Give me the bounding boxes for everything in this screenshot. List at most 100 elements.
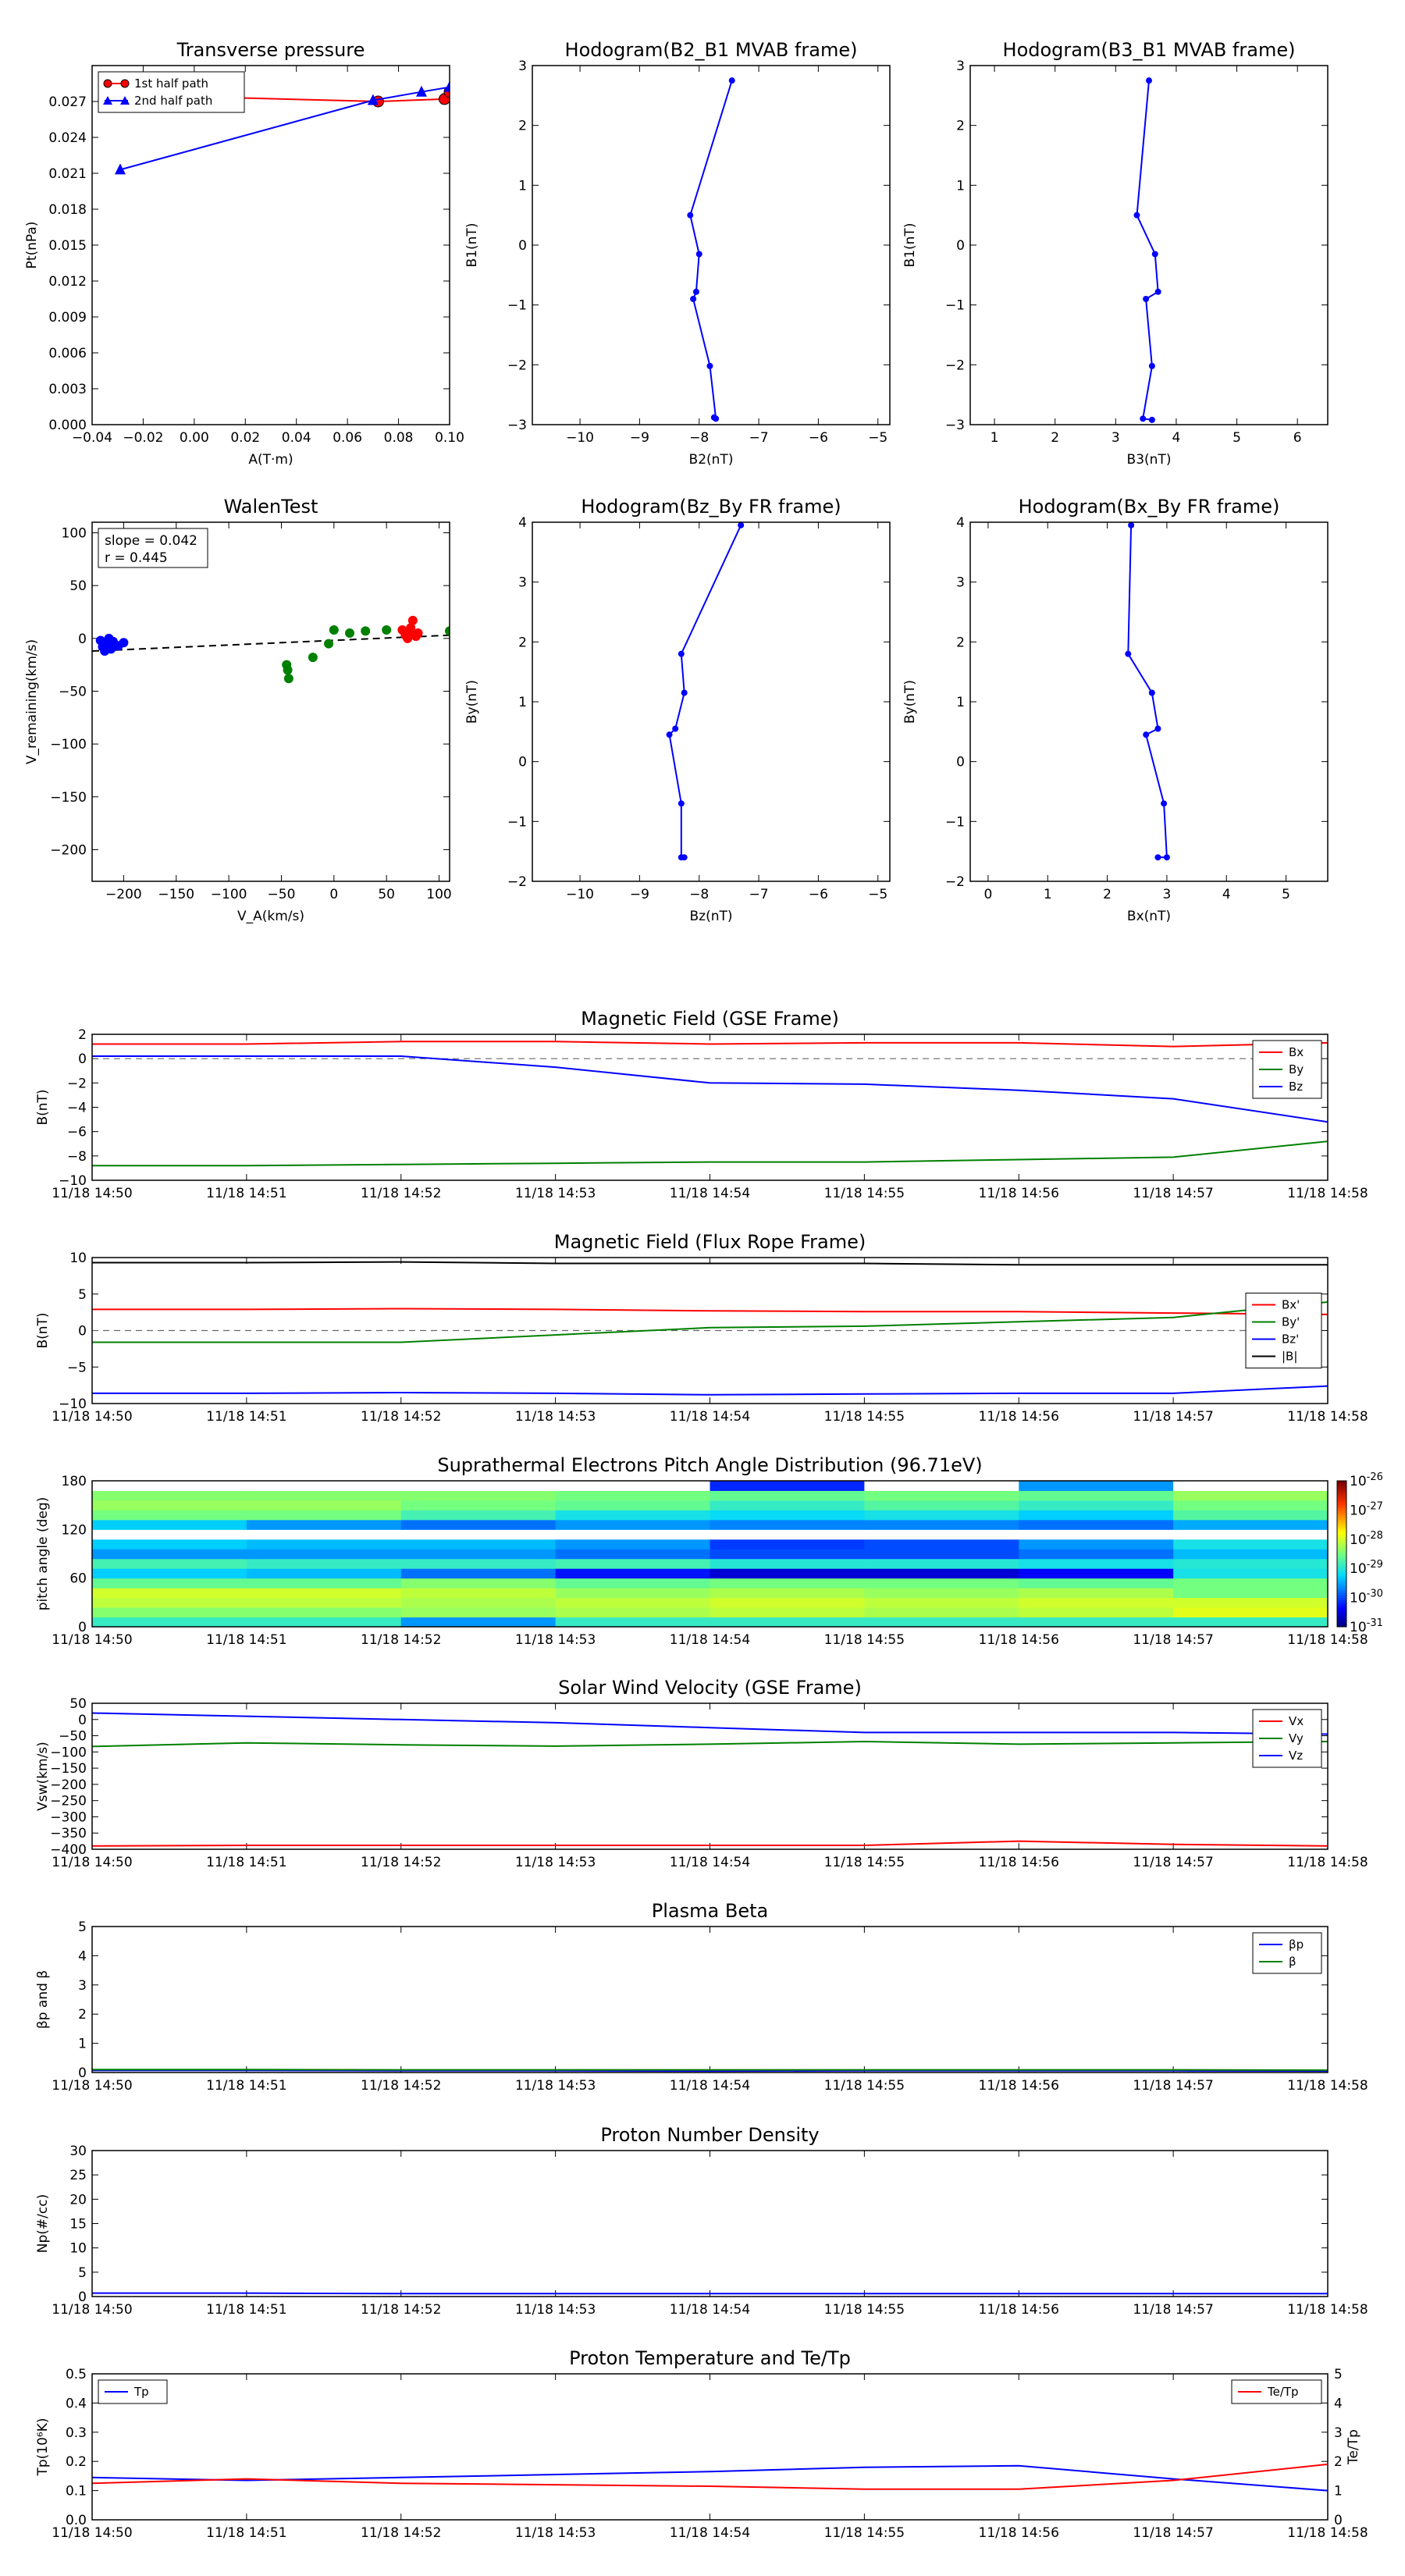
- x-tick-label: 0.08: [384, 430, 414, 446]
- x-tick-label: 3: [1112, 430, 1120, 446]
- colorbar-band: [1337, 1578, 1346, 1582]
- legend: 1st half path 2nd half path: [98, 71, 245, 113]
- heatmap-cell: [1173, 1578, 1329, 1589]
- heatmap-cell: [1173, 1539, 1329, 1550]
- scatter-series: [95, 633, 129, 656]
- x-tick-label: 11/18 14:56: [979, 2078, 1059, 2094]
- colorbar-band: [1337, 1539, 1346, 1542]
- heatmap-cell: [555, 1588, 710, 1599]
- x-tick-label: 11/18 14:55: [824, 1855, 905, 1870]
- y-tick-label: 0.000: [48, 418, 87, 433]
- legend-label: By: [1289, 1062, 1304, 1076]
- y-tick-label: 3: [956, 575, 965, 591]
- heatmap-cell: [710, 1597, 865, 1608]
- y-tick-label: 0: [78, 1620, 87, 1635]
- data-point: [678, 650, 685, 657]
- x-tick-label: 11/18 14:51: [206, 2078, 286, 2094]
- y-axis-label: By(nT): [902, 680, 918, 724]
- heatmap-cell: [1019, 1558, 1174, 1569]
- chart-title: Hodogram(Bz_By FR frame): [581, 496, 841, 518]
- heatmap-cell: [555, 1578, 710, 1589]
- data-point: [95, 635, 105, 646]
- x-tick-label: 3: [1162, 887, 1171, 902]
- x-tick-label: 2: [1051, 430, 1059, 446]
- heatmap-cell: [864, 1617, 1019, 1628]
- data-point: [666, 731, 673, 738]
- series-line: [92, 1041, 1328, 1048]
- y-right-tick-label: 0: [1334, 2513, 1343, 2528]
- series-Bx: [92, 1041, 1328, 1048]
- y-tick-label: 5: [78, 2265, 87, 2281]
- legend: βp β: [1252, 1932, 1322, 1974]
- colorbar-band: [1337, 1553, 1346, 1557]
- y-axis-label: pitch angle (deg): [35, 1497, 51, 1611]
- y-tick-label: −5: [67, 1360, 87, 1375]
- heatmap-cell: [1019, 1529, 1174, 1540]
- y-tick-label: −6: [67, 1125, 87, 1140]
- colorbar-band: [1337, 1568, 1346, 1571]
- heatmap-cell: [864, 1549, 1019, 1560]
- heatmap-cell: [400, 1519, 557, 1530]
- x-tick-label: 11/18 14:51: [206, 2302, 286, 2318]
- heatmap-cell: [400, 1597, 557, 1608]
- y-tick-label: 1: [78, 2037, 87, 2052]
- y-tick-label: 0.3: [66, 2425, 87, 2441]
- data-point: [329, 625, 339, 635]
- y-tick-label: −150: [50, 790, 87, 806]
- data-point: [1128, 522, 1135, 528]
- colorbar-band: [1337, 1614, 1346, 1618]
- x-tick-label: 11/18 14:52: [361, 2525, 441, 2541]
- x-tick-label: 11/18 14:52: [361, 1409, 441, 1425]
- heatmap-cell: [246, 1529, 402, 1540]
- data-point: [1154, 854, 1161, 861]
- colorbar-band: [1337, 1599, 1346, 1603]
- scatter-series: [397, 615, 423, 643]
- heatmap-cell: [1173, 1597, 1329, 1608]
- x-tick-label: −8: [689, 430, 709, 446]
- y-tick-label: 0.018: [48, 202, 87, 218]
- colorbar-band: [1337, 1560, 1346, 1564]
- x-tick-label: 0.00: [180, 430, 209, 446]
- heatmap-cell: [1173, 1617, 1329, 1628]
- heatmap-cell: [864, 1500, 1019, 1510]
- magnetic-field-gse-axes: Magnetic Field (GSE Frame)11/18 14:50 11/…: [35, 1008, 1368, 1201]
- y-tick-label: 1: [956, 695, 965, 710]
- plot-frame: [91, 1703, 1329, 1850]
- data-point: [283, 665, 293, 675]
- data-point: [1161, 800, 1168, 807]
- heatmap-cell: [555, 1617, 710, 1628]
- x-tick-label: −7: [749, 887, 769, 902]
- x-tick-label: 50: [378, 887, 395, 902]
- y-tick-label: 10: [69, 1251, 87, 1266]
- heatmap-cell: [710, 1490, 865, 1501]
- colorbar-band: [1337, 1595, 1346, 1599]
- heatmap-cell: [246, 1617, 402, 1628]
- y-right-tick-label: 4: [1334, 2396, 1343, 2411]
- colorbar-band: [1337, 1621, 1346, 1625]
- plot-frame: [91, 2373, 1329, 2521]
- y-tick-label: −100: [50, 1745, 87, 1760]
- heatmap-cell: [246, 1490, 402, 1501]
- chart-title: Solar Wind Velocity (GSE Frame): [558, 1677, 862, 1699]
- chart-title: Magnetic Field (Flux Rope Frame): [554, 1231, 866, 1253]
- y-right-tick-label: 5: [1334, 2367, 1343, 2382]
- x-tick-label: 11/18 14:57: [1133, 1409, 1213, 1425]
- y-tick-label: −200: [50, 842, 87, 858]
- x-tick-label: 4: [1222, 887, 1231, 902]
- x-tick-label: 11/18 14:54: [670, 1855, 750, 1870]
- colorbar-band: [1337, 1510, 1346, 1514]
- legend-label: Te/Tp: [1267, 2385, 1299, 2399]
- heatmap-cell: [1173, 1549, 1329, 1560]
- heatmap-cell: [400, 1558, 557, 1569]
- x-tick-label: 11/18 14:53: [515, 1855, 596, 1870]
- heatmap-cells: [92, 1481, 1329, 1628]
- y-tick-label: 180: [62, 1474, 87, 1489]
- legend-label: Bz': [1282, 1332, 1299, 1347]
- legend: Vx Vy Vz: [1252, 1709, 1322, 1768]
- colorbar-band: [1337, 1493, 1346, 1496]
- data-point: [706, 362, 713, 369]
- colorbar-band: [1337, 1558, 1346, 1562]
- colorbar-band: [1337, 1519, 1346, 1523]
- heatmap-cell: [400, 1588, 557, 1599]
- x-axis-label: A(T·m): [248, 452, 293, 468]
